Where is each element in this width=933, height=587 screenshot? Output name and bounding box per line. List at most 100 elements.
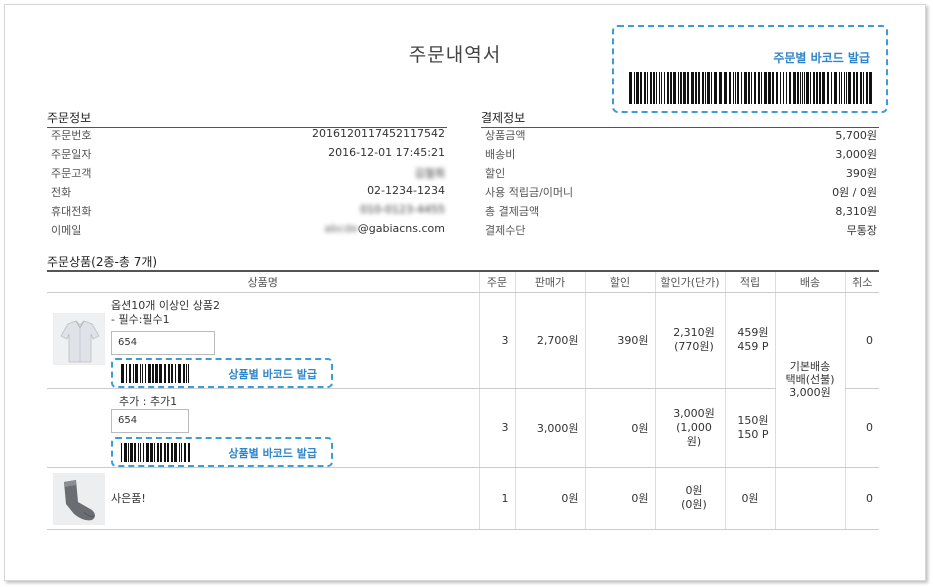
product-option: - 필수:필수1 <box>111 312 170 326</box>
payment-info-row: 사용 적립금/이머니 0원 / 0원 <box>481 184 877 202</box>
order-info-label: 주문일자 <box>51 148 92 161</box>
order-info-row: 휴대전화 010-0123-4455 <box>47 203 445 221</box>
order-info-row: 주문일자 2016-12-01 17:45:21 <box>47 146 445 164</box>
masked-text: abcde <box>324 222 358 235</box>
cell-point: 0원 <box>724 467 775 530</box>
order-info-value: abcde@gabiacns.com <box>324 222 445 235</box>
point-p: 150 P <box>737 427 769 441</box>
order-info-title: 주문정보 <box>47 109 447 128</box>
order-info-value: 2016120117452117542 <box>312 127 445 140</box>
product-barcode-label: 상품별 바코드 발급 <box>228 367 317 381</box>
barcode-icon <box>121 363 189 383</box>
cell-cancel: 0 <box>844 467 879 530</box>
payment-info-label: 배송비 <box>485 148 516 161</box>
payment-info-label: 결제수단 <box>485 224 526 237</box>
col-header-unit-price: 할인가(단가) <box>654 270 725 293</box>
cell-cancel: 0 <box>844 292 879 389</box>
product-option: 추가 : 추가1 <box>119 394 178 408</box>
product-barcode-button[interactable]: 상품별 바코드 발급 <box>111 357 333 388</box>
unit-price: 2,310원 <box>673 326 715 339</box>
product-cell: 추가 : 추가1 654 상품별 바코드 발급 <box>47 388 479 468</box>
cell-qty: 3 <box>478 292 515 389</box>
order-info-label: 이메일 <box>51 224 82 237</box>
cell-shipping: 기본배송 택배(선불) 3,000원 <box>774 292 845 468</box>
product-barcode-button[interactable]: 상품별 바코드 발급 <box>111 436 333 467</box>
order-info-row: 이메일 abcde@gabiacns.com <box>47 222 445 240</box>
point-p: 459 P <box>737 340 769 353</box>
payment-info-row: 할인 390원 <box>481 165 877 183</box>
product-qty-input[interactable]: 654 <box>111 408 189 433</box>
cell-price: 3,000원 <box>514 388 585 468</box>
payment-info-row: 총 결제금액 8,310원 <box>481 203 877 221</box>
order-info-value: 02-1234-1234 <box>367 184 445 197</box>
order-barcode-button[interactable]: 주문별 바코드 발급 <box>612 25 888 113</box>
payment-info-label: 사용 적립금/이머니 <box>485 186 574 199</box>
cell-shipping <box>774 467 845 530</box>
order-barcode-label: 주문별 바코드 발급 <box>773 51 870 65</box>
barcode-icon <box>121 442 190 462</box>
col-header-cancel: 취소 <box>844 270 879 293</box>
table-row: 사은품! 1 0원 0원 0원 (0원) 0원 0 <box>47 467 879 530</box>
table-header-row: 상품명 주문 판매가 할인 할인가(단가) 적립 배송 취소 <box>47 270 879 293</box>
payment-info-value: 8,310원 <box>835 205 877 218</box>
order-info-value: 김철희 <box>414 167 445 180</box>
payment-info-label: 상품금액 <box>485 129 526 142</box>
cell-unit-price: 0원 (0원) <box>654 467 725 530</box>
unit-discount: (1,000원) <box>676 420 712 448</box>
point-won: 150원 <box>737 413 769 427</box>
shirt-product-image <box>53 312 105 365</box>
cell-unit-price: 2,310원 (770원) <box>654 292 725 389</box>
payment-info-row: 상품금액 5,700원 <box>481 127 877 145</box>
order-info-label: 휴대전화 <box>51 205 92 218</box>
product-name: 사은품! <box>111 491 146 505</box>
payment-info-title: 결제정보 <box>481 109 879 128</box>
table-row: 추가 : 추가1 654 상품별 바코드 발급 3 3,000원 0원 3,00… <box>47 388 879 468</box>
unit-discount: (770원) <box>674 340 714 353</box>
barcode-icon <box>629 72 872 104</box>
cell-point: 150원 150 P <box>724 388 775 468</box>
col-header-discount: 할인 <box>584 270 655 293</box>
payment-info-value: 0원 / 0원 <box>832 186 877 199</box>
unit-price: 3,000원 <box>673 406 715 420</box>
cell-point: 459원 459 P <box>724 292 775 389</box>
shipping-type: 기본배송 <box>789 360 831 373</box>
order-info-label: 주문고객 <box>51 167 92 180</box>
col-header-shipping: 배송 <box>774 270 845 293</box>
payment-info-value: 3,000원 <box>835 148 877 161</box>
order-info-row: 주문고객 김철희 <box>47 165 445 183</box>
email-domain: @gabiacns.com <box>357 222 445 235</box>
unit-discount: (0원) <box>681 498 707 511</box>
order-info-label: 전화 <box>51 186 72 199</box>
payment-info-value: 무통장 <box>846 224 877 237</box>
payment-info-label: 총 결제금액 <box>485 205 540 218</box>
sock-product-image <box>53 472 105 525</box>
page-title: 주문내역서 <box>408 44 502 66</box>
order-info-row: 전화 02-1234-1234 <box>47 184 445 202</box>
col-header-qty: 주문 <box>478 270 515 293</box>
col-header-point: 적립 <box>724 270 775 293</box>
payment-info-row: 배송비 3,000원 <box>481 146 877 164</box>
products-table: 상품명 주문 판매가 할인 할인가(단가) 적립 배송 취소 옵션10개 이상인… <box>47 270 879 530</box>
products-title: 주문상품(2종-총 7개) <box>47 255 158 269</box>
payment-info-value: 5,700원 <box>835 129 877 142</box>
cell-discount: 0원 <box>584 388 655 468</box>
cell-qty: 3 <box>478 388 515 468</box>
cell-unit-price: 3,000원 (1,000원) <box>654 388 725 468</box>
order-info-row: 주문번호 2016120117452117542 <box>47 127 445 145</box>
order-info-value: 010-0123-4455 <box>360 203 445 216</box>
product-cell: 사은품! <box>47 467 479 530</box>
order-info-label: 주문번호 <box>51 129 92 142</box>
unit-price: 0원 <box>685 484 703 497</box>
cell-discount: 0원 <box>584 467 655 530</box>
shipping-fee: 3,000원 <box>789 386 831 399</box>
order-info-value: 2016-12-01 17:45:21 <box>328 146 445 159</box>
payment-info-label: 할인 <box>485 167 506 180</box>
cell-price: 0원 <box>514 467 585 530</box>
product-barcode-label: 상품별 바코드 발급 <box>228 446 317 460</box>
col-header-price: 판매가 <box>514 270 585 293</box>
point-won: 459원 <box>737 326 769 339</box>
product-cell: 옵션10개 이상인 상품2 - 필수:필수1 654 상품별 바코드 발급 <box>47 292 479 389</box>
cell-qty: 1 <box>478 467 515 530</box>
shipping-method: 택배(선불) <box>785 373 835 386</box>
product-qty-input[interactable]: 654 <box>111 330 215 355</box>
